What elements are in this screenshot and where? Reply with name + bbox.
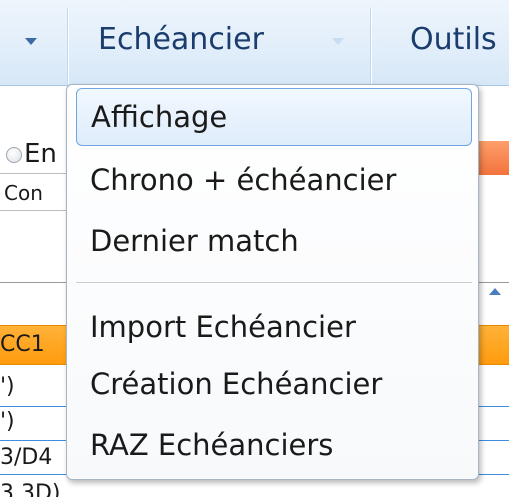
- table-cell: '): [0, 374, 15, 399]
- menubar-separator: [67, 8, 68, 84]
- menu-echeancier[interactable]: Echéancier: [98, 22, 264, 57]
- chevron-down-icon[interactable]: [25, 38, 37, 45]
- table-cell: CC1: [0, 332, 45, 357]
- menu-item-raz-echeanciers[interactable]: RAZ Echéanciers: [76, 416, 472, 474]
- sort-up-icon[interactable]: [489, 288, 501, 295]
- table-cell: 3 3D): [0, 481, 61, 497]
- radio-button[interactable]: [6, 147, 22, 163]
- echeancier-dropdown-menu: Affichage Chrono + échéancier Dernier ma…: [66, 84, 479, 480]
- radio-label: En: [24, 139, 57, 169]
- chevron-down-icon[interactable]: [332, 38, 344, 45]
- table-cell: '): [0, 409, 15, 434]
- menu-item-dernier-match[interactable]: Dernier match: [76, 212, 472, 270]
- table-cell: 3/D4: [0, 445, 53, 470]
- field-label: Con: [4, 181, 43, 205]
- menu-item-creation-echeancier[interactable]: Création Echéancier: [76, 355, 472, 413]
- menu-separator: [76, 282, 472, 283]
- orange-button[interactable]: [476, 141, 509, 175]
- menu-item-import-echeancier[interactable]: Import Echéancier: [76, 298, 472, 356]
- menu-item-affichage[interactable]: Affichage: [76, 88, 472, 146]
- menubar: Echéancier Outils: [0, 0, 509, 86]
- menu-outils[interactable]: Outils: [410, 22, 497, 57]
- menubar-separator: [370, 8, 371, 84]
- app-window: Echéancier Outils En Con CC1 ') ') 3/D4 …: [0, 0, 509, 497]
- menu-item-chrono-echeancier[interactable]: Chrono + échéancier: [76, 151, 472, 209]
